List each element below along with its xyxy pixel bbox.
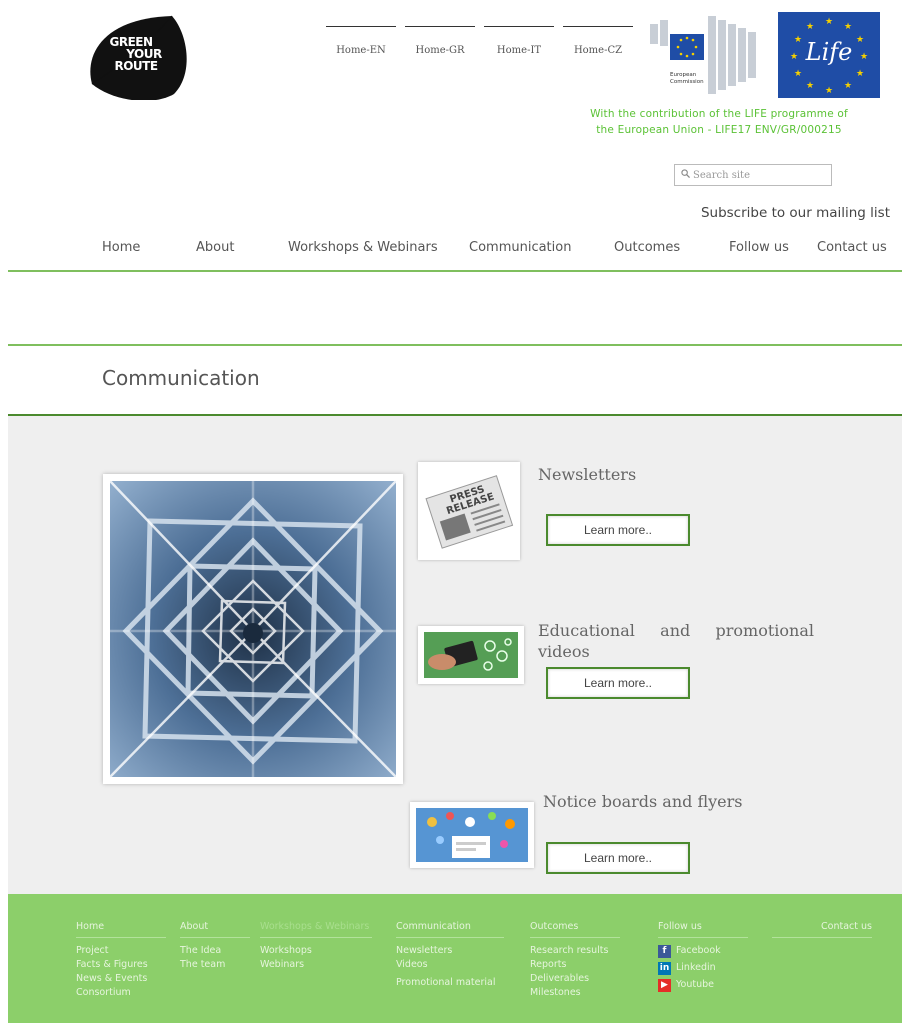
videos-thumbnail[interactable]: [418, 626, 524, 684]
facebook-label: Facebook: [676, 945, 721, 956]
logo-word-3: ROUTE: [114, 59, 158, 73]
life-contribution-text: With the contribution of the LIFE progra…: [560, 106, 878, 138]
footer-link-newsletters[interactable]: Newsletters: [396, 944, 504, 958]
footer-link-news-events[interactable]: News & Events: [76, 972, 166, 986]
svg-text:★: ★: [844, 22, 852, 32]
svg-text:★: ★: [806, 81, 814, 91]
footer-head-about[interactable]: About: [180, 920, 250, 938]
svg-text:★: ★: [794, 69, 802, 79]
footer-link-linkedin[interactable]: in Linkedin: [658, 961, 748, 975]
nav-contact-us[interactable]: Contact us: [817, 240, 887, 255]
footer-head-communication[interactable]: Communication: [396, 920, 504, 938]
lang-home-it[interactable]: Home-IT: [484, 26, 554, 56]
svg-text:★: ★: [806, 22, 814, 32]
nav-outcomes[interactable]: Outcomes: [614, 240, 680, 255]
contribution-line-1: With the contribution of the LIFE progra…: [590, 108, 848, 120]
youtube-label: Youtube: [676, 979, 714, 990]
search-input[interactable]: Search site: [674, 164, 832, 186]
main-image: [103, 474, 403, 784]
footer-col-outcomes: Outcomes Research results Reports Delive…: [530, 920, 620, 1000]
nav-workshops-webinars[interactable]: Workshops & Webinars: [288, 240, 438, 255]
nav-communication[interactable]: Communication: [469, 240, 571, 255]
linkedin-label: Linkedin: [676, 962, 716, 973]
footer-head-follow-us[interactable]: Follow us: [658, 920, 748, 938]
footer-link-reports[interactable]: Reports: [530, 958, 620, 972]
footer-link-project[interactable]: Project: [76, 944, 166, 958]
footer-link-promotional-material[interactable]: Promotional material: [396, 976, 504, 990]
life-logo-text: Life: [805, 38, 853, 66]
footer-link-workshops[interactable]: Workshops: [260, 944, 372, 958]
footer-link-research-results[interactable]: Research results: [530, 944, 620, 958]
footer-link-youtube[interactable]: ▶ Youtube: [658, 978, 748, 992]
search-icon: [681, 169, 690, 181]
footer-link-facts-figures[interactable]: Facts & Figures: [76, 958, 166, 972]
newsletters-thumbnail[interactable]: PRESS RELEASE: [418, 462, 520, 560]
lang-home-en[interactable]: Home-EN: [326, 26, 396, 56]
footer-link-milestones[interactable]: Milestones: [530, 986, 620, 1000]
footer-head-workshops-webinars[interactable]: Workshops & Webinars: [260, 920, 372, 938]
footer-head-home[interactable]: Home: [76, 920, 166, 938]
newsletters-title: Newsletters: [538, 465, 637, 484]
footer-col-about: About The Idea The team: [180, 920, 250, 972]
videos-learn-more-button[interactable]: Learn more..: [546, 667, 690, 699]
subscribe-mailing-list-link[interactable]: Subscribe to our mailing list: [701, 205, 890, 221]
footer-col-workshops: Workshops & Webinars Workshops Webinars: [260, 920, 372, 972]
footer-head-outcomes[interactable]: Outcomes: [530, 920, 620, 938]
footer-link-deliverables[interactable]: Deliverables: [530, 972, 620, 986]
footer-col-follow-us: Follow us f Facebook in Linkedin ▶ Youtu…: [658, 920, 748, 992]
notice-boards-thumbnail[interactable]: [410, 802, 534, 868]
svg-text:★: ★: [825, 86, 833, 96]
nav-divider: [8, 270, 902, 272]
footer-link-consortium[interactable]: Consortium: [76, 986, 166, 1000]
life-programme-logo[interactable]: ★ ★ ★ ★ ★ ★ ★ ★ ★ ★ ★ ★ Life: [778, 12, 880, 98]
svg-text:★: ★: [825, 17, 833, 27]
page-title: Communication: [102, 366, 260, 390]
footer-link-the-team[interactable]: The team: [180, 958, 250, 972]
svg-text:★: ★: [856, 69, 864, 79]
nav-home[interactable]: Home: [102, 240, 140, 255]
footer-link-webinars[interactable]: Webinars: [260, 958, 372, 972]
lang-home-cz[interactable]: Home-CZ: [563, 26, 633, 56]
european-commission-logo[interactable]: European Commission: [646, 12, 760, 98]
ec-text-1: European: [670, 72, 697, 78]
footer-col-contact-us: Contact us: [772, 920, 872, 944]
linkedin-icon: in: [658, 961, 671, 975]
notice-boards-title: Notice boards and flyers: [543, 792, 743, 811]
lang-home-gr[interactable]: Home-GR: [405, 26, 475, 56]
nav-about[interactable]: About: [196, 240, 234, 255]
footer-col-home: Home Project Facts & Figures News & Even…: [76, 920, 166, 1000]
footer-link-the-idea[interactable]: The Idea: [180, 944, 250, 958]
ec-text-2: Commission: [670, 79, 704, 85]
main-nav: Home About Workshops & Webinars Communic…: [0, 240, 902, 270]
newsletters-learn-more-button[interactable]: Learn more..: [546, 514, 690, 546]
youtube-icon: ▶: [658, 978, 671, 992]
videos-title: Educational and promotional videos: [538, 621, 814, 661]
footer-head-contact-us[interactable]: Contact us: [772, 920, 872, 938]
nav-follow-us[interactable]: Follow us: [729, 240, 789, 255]
facebook-icon: f: [658, 944, 671, 958]
contribution-line-2: the European Union - LIFE17 ENV/GR/00021…: [596, 124, 842, 136]
green-your-route-logo[interactable]: GREEN YOUR ROUTE: [84, 14, 192, 101]
svg-text:★: ★: [844, 81, 852, 91]
footer-link-facebook[interactable]: f Facebook: [658, 944, 748, 958]
footer: Home Project Facts & Figures News & Even…: [8, 894, 902, 1023]
footer-col-communication: Communication Newsletters Videos Promoti…: [396, 920, 504, 990]
search-placeholder: Search site: [693, 169, 750, 181]
footer-link-videos[interactable]: Videos: [396, 958, 504, 972]
notice-boards-learn-more-button[interactable]: Learn more..: [546, 842, 690, 874]
language-links: Home-EN Home-GR Home-IT Home-CZ: [326, 26, 633, 56]
